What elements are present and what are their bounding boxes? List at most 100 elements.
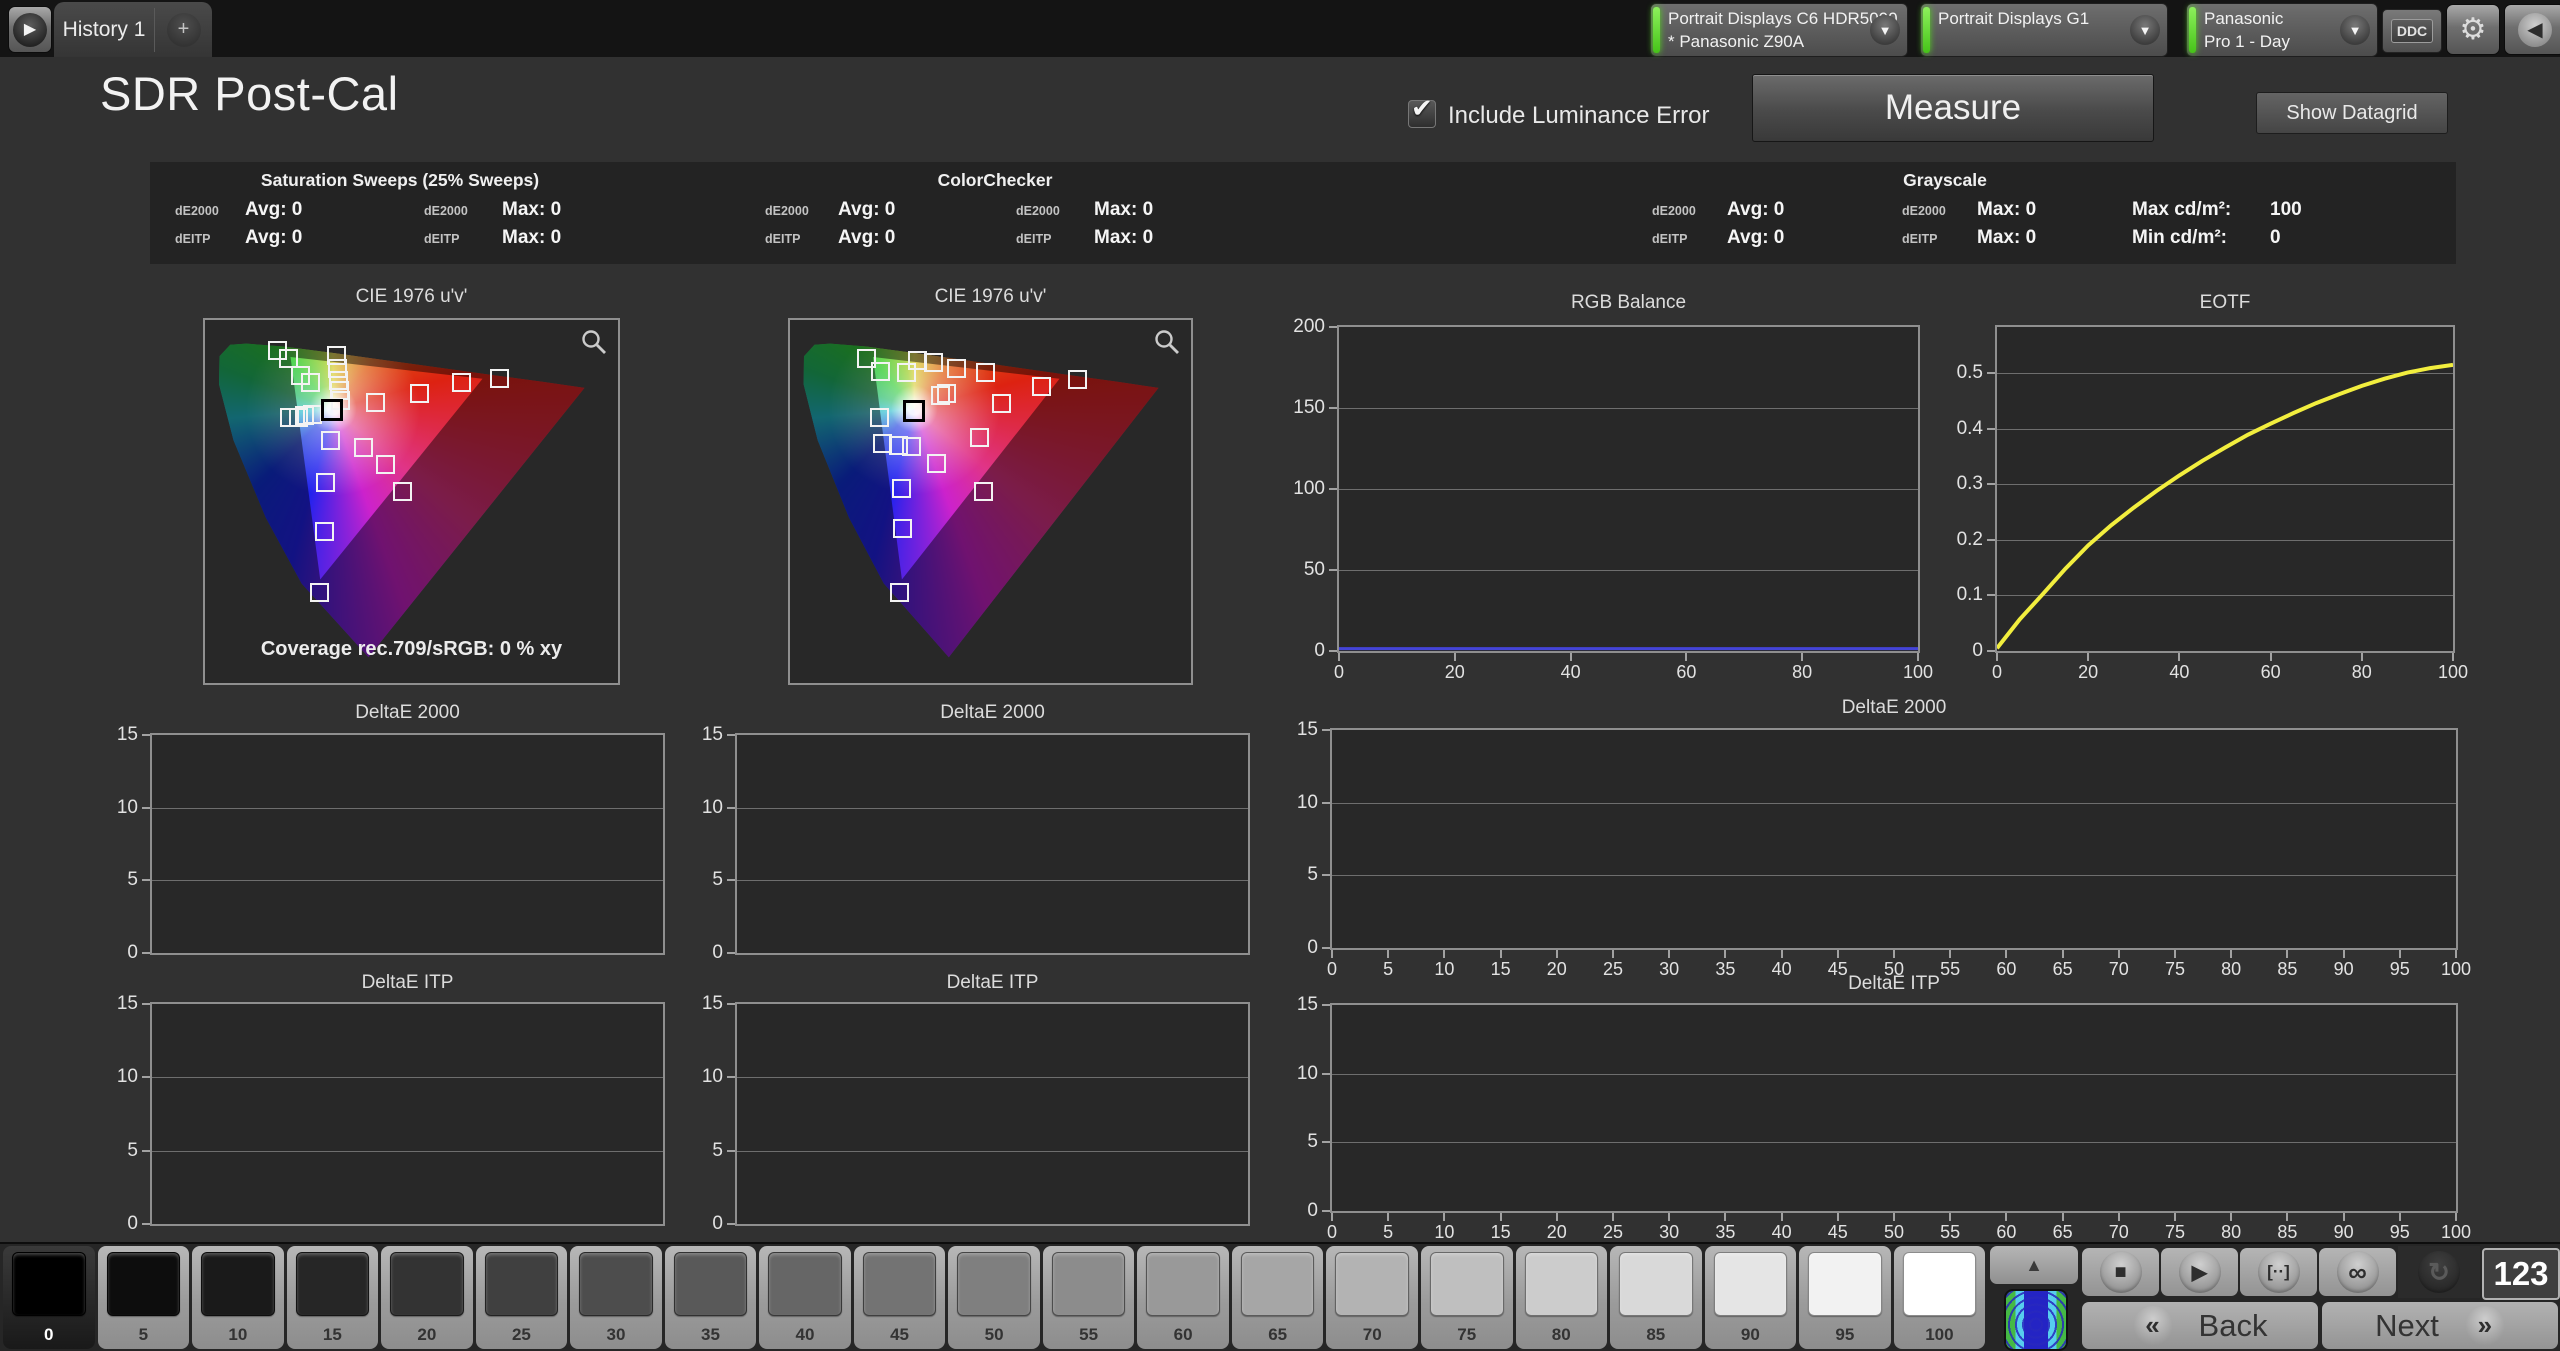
calibration-app-window: ▶ History 1 + Portrait Displays C6 HDR50… [0, 0, 2560, 1351]
x-tick-label: 100 [2441, 1222, 2471, 1243]
x-tick-mark [1570, 653, 1572, 661]
stop-button[interactable]: ■ [2082, 1248, 2159, 1296]
x-tick-mark [2399, 950, 2401, 958]
gray-level-button-90[interactable]: 90 [1705, 1246, 1797, 1349]
y-tick-mark [1987, 428, 1995, 430]
x-tick-mark [1893, 950, 1895, 958]
gray-level-button-60[interactable]: 60 [1137, 1246, 1229, 1349]
chevron-down-icon: ▼ [2130, 15, 2160, 45]
ddc-button[interactable]: DDC [2382, 9, 2442, 53]
include-luminance-checkbox[interactable]: ✔ [1408, 100, 1436, 128]
tab-label: History 1 [54, 18, 154, 42]
pattern-window-button[interactable]: [··] [2240, 1248, 2317, 1296]
y-tick-mark [142, 734, 150, 736]
zoom-magnifier-icon[interactable] [1153, 328, 1181, 356]
x-tick-mark [2286, 950, 2288, 958]
x-tick-label: 80 [2221, 959, 2241, 980]
zoom-magnifier-icon[interactable] [580, 328, 608, 356]
gray-level-label: 5 [98, 1325, 190, 1345]
x-tick-label: 25 [1603, 959, 1623, 980]
gray-level-button-85[interactable]: 85 [1610, 1246, 1702, 1349]
add-tab-button[interactable]: + [155, 13, 212, 47]
x-tick-mark [1387, 1213, 1389, 1221]
y-tick-label: 15 [1258, 719, 1318, 741]
x-tick-label: 80 [1792, 662, 1812, 683]
y-tick-label: 0.3 [1923, 473, 1983, 495]
x-tick-label: 55 [1940, 959, 1960, 980]
next-label: Next [2375, 1308, 2439, 1344]
expand-panel-button[interactable]: ▶ [8, 6, 52, 53]
gray-level-button-55[interactable]: 55 [1043, 1246, 1135, 1349]
gray-level-button-70[interactable]: 70 [1326, 1246, 1418, 1349]
up-arrow-icon: ▲ [2025, 1255, 2043, 1276]
metric-value: Avg: 0 [838, 199, 895, 221]
show-datagrid-button[interactable]: Show Datagrid [2256, 92, 2448, 134]
chart-plot-cie1: Coverage rec.709/sRGB: 0 % xy [203, 318, 620, 685]
device-dropdown-1[interactable]: Portrait Displays C6 HDR5000* Panasonic … [1650, 3, 1908, 57]
y-tick-label: 5 [663, 869, 723, 891]
gray-level-button-20[interactable]: 20 [381, 1246, 473, 1349]
pattern-preview-thumbnail[interactable] [2004, 1289, 2068, 1351]
chart-title-de2000_big: DeltaE 2000 [1842, 697, 1947, 719]
gray-level-button-40[interactable]: 40 [759, 1246, 851, 1349]
metric-label: dE2000 [1016, 204, 1060, 218]
chart-title-de2000_left: DeltaE 2000 [355, 702, 460, 724]
x-tick-label: 30 [1659, 959, 1679, 980]
gray-level-button-25[interactable]: 25 [476, 1246, 568, 1349]
plus-icon: + [167, 13, 201, 47]
gray-level-button-10[interactable]: 10 [192, 1246, 284, 1349]
gray-level-label: 50 [948, 1325, 1040, 1345]
measure-button[interactable]: Measure [1752, 74, 2154, 142]
loop-button[interactable]: ∞ [2319, 1248, 2396, 1296]
gray-level-button-0[interactable]: 0 [3, 1246, 95, 1349]
gray-level-button-75[interactable]: 75 [1421, 1246, 1513, 1349]
y-tick-mark [142, 1003, 150, 1005]
tab-history-1[interactable]: History 1 + [54, 2, 212, 57]
measurement-marker [937, 384, 956, 403]
play-button[interactable]: ▶ [2161, 1248, 2238, 1296]
gray-level-button-80[interactable]: 80 [1516, 1246, 1608, 1349]
x-tick-label: 60 [1996, 1222, 2016, 1243]
x-tick-label: 45 [1828, 959, 1848, 980]
y-tick-label: 0 [78, 1213, 138, 1235]
settings-button[interactable]: ⚙ [2446, 4, 2500, 55]
device-dropdown-2[interactable]: Portrait Displays G1▼ [1920, 3, 2168, 57]
metric-value: Avg: 0 [1727, 199, 1784, 221]
y-tick-label: 15 [78, 724, 138, 746]
gray-swatch [1903, 1252, 1977, 1316]
x-tick-mark [1556, 950, 1558, 958]
gray-level-button-30[interactable]: 30 [570, 1246, 662, 1349]
measurement-marker [976, 363, 995, 382]
y-tick-label: 5 [78, 869, 138, 891]
y-tick-label: 15 [663, 724, 723, 746]
pattern-up-button[interactable]: ▲ [1990, 1246, 2078, 1284]
x-tick-label: 55 [1940, 1222, 1960, 1243]
series-eotf-curve [1997, 365, 2453, 648]
x-tick-label: 60 [2261, 662, 2281, 683]
x-tick-label: 0 [1327, 959, 1337, 980]
next-button[interactable]: Next » [2322, 1302, 2558, 1349]
x-tick-label: 50 [1884, 1222, 1904, 1243]
gray-level-button-65[interactable]: 65 [1232, 1246, 1324, 1349]
device-dropdown-3[interactable]: PanasonicPro 1 - Day▼ [2186, 3, 2378, 57]
back-button[interactable]: « Back [2082, 1302, 2318, 1349]
gray-level-button-5[interactable]: 5 [98, 1246, 190, 1349]
gray-swatch [390, 1252, 464, 1316]
collapse-panel-button[interactable]: ◀ [2504, 4, 2560, 55]
refresh-button[interactable]: ↻ [2398, 1246, 2480, 1298]
stats-section-title: Grayscale [1903, 170, 1987, 191]
x-tick-mark [1331, 950, 1333, 958]
x-tick-mark [1612, 1213, 1614, 1221]
gray-level-button-50[interactable]: 50 [948, 1246, 1040, 1349]
x-tick-label: 5 [1383, 1222, 1393, 1243]
y-tick-mark [1322, 947, 1330, 949]
measurement-marker [902, 437, 921, 456]
gray-level-button-15[interactable]: 15 [287, 1246, 379, 1349]
y-tick-mark [142, 1150, 150, 1152]
gray-level-button-45[interactable]: 45 [854, 1246, 946, 1349]
gray-level-button-95[interactable]: 95 [1799, 1246, 1891, 1349]
x-tick-mark [2361, 653, 2363, 661]
gray-level-button-35[interactable]: 35 [665, 1246, 757, 1349]
gray-level-button-100[interactable]: 100 [1894, 1246, 1986, 1349]
chart-title-cie1: CIE 1976 u'v' [356, 286, 468, 308]
